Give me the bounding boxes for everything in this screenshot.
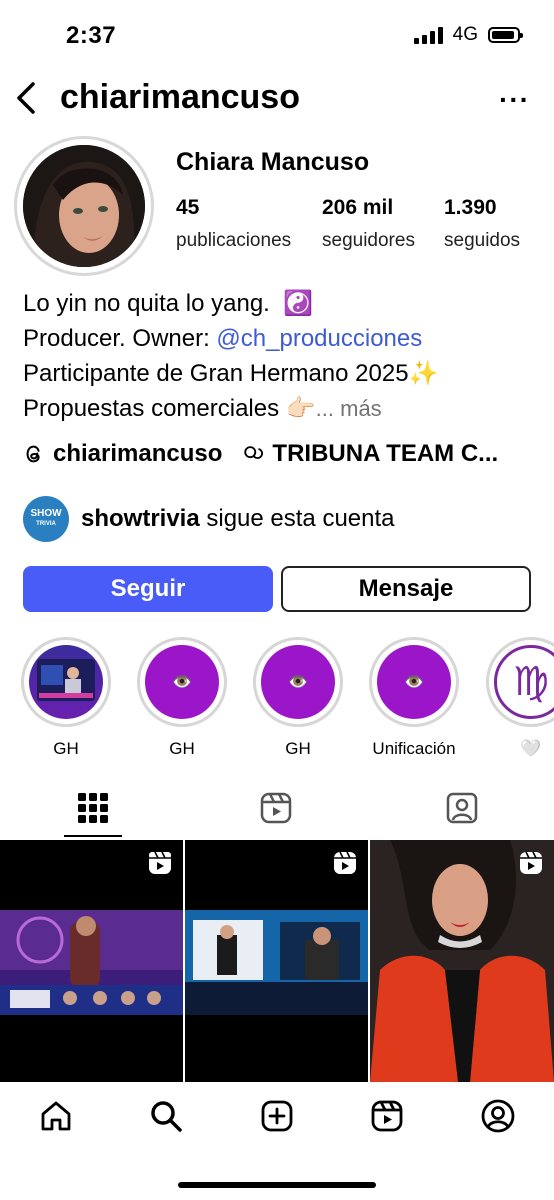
highlight-item[interactable]: ♍ 🤍 [486,637,554,759]
status-time: 2:37 [66,22,117,49]
stat-value: 1.390 [444,196,497,219]
reels-icon[interactable] [369,1098,405,1134]
home-indicator [178,1182,376,1188]
highlight-label: 🤍 [520,739,542,758]
stat-label: seguidos [444,230,521,251]
mutual-follow-text: showtrivia sigue esta cuenta [81,505,395,533]
highlight-ring: ♍ [486,637,554,727]
message-button[interactable]: Mensaje [281,566,531,612]
highlight-ring: 👁️ [369,637,459,727]
mutual-account[interactable]: showtrivia [81,505,200,532]
more-options-button[interactable]: ··· [499,84,530,116]
highlight-item[interactable]: 👁️ GH [253,637,343,759]
avatar[interactable] [23,145,145,267]
bio: Lo yin no quita lo yang. ☯️ Producer. Ow… [23,286,543,426]
stat-following[interactable]: 1.390 seguidos [444,196,520,252]
create-post-icon[interactable] [259,1098,295,1134]
highlight-cover [29,645,103,719]
stat-value: 45 [176,196,200,219]
bio-line: Participante de Gran Hermano 2025✨ [23,360,439,387]
threads-link[interactable]: chiarimancuso [53,440,222,468]
stat-followers[interactable]: 206 mil seguidores [322,196,415,252]
display-name: Chiara Mancuso [176,148,370,176]
showtrivia-avatar: SHOW TRIVIA [23,496,69,542]
bio-line: Propuestas comerciales 👉🏻 [23,395,316,422]
yin-yang-icon: ☯️ [283,290,314,317]
highlight-label: GH [169,739,195,758]
grid-tab-icon[interactable] [75,790,111,826]
profile-icon[interactable] [480,1098,516,1134]
highlight-item[interactable]: GH [21,637,111,759]
virgo-icon: ♍ [494,645,554,719]
mutual-follow-suffix: sigue esta cuenta [199,505,395,532]
status-icons: 4G [413,24,523,46]
stat-posts[interactable]: 45 publicaciones [176,196,291,252]
bio-more-link[interactable]: ... más [316,396,382,421]
logo-text: TRIVIA [36,521,56,527]
back-arrow-icon[interactable] [12,78,42,118]
bio-line: Producer. Owner: [23,325,217,352]
bio-mention-link[interactable]: @ch_producciones [216,325,422,352]
tagged-tab-icon[interactable] [444,790,480,826]
chat-bubbles-icon [244,446,264,459]
post-thumbnail[interactable] [0,840,183,1082]
community-link[interactable]: TRIBUNA TEAM C... [272,440,498,468]
post-thumbnail[interactable] [370,840,554,1082]
eye-icon: 👁️ [145,645,219,719]
mutual-follow-row[interactable]: SHOW TRIVIA showtrivia sigue esta cuenta [23,496,395,542]
highlight-item[interactable]: 👁️ Unificación [369,637,459,759]
home-icon[interactable] [38,1098,74,1134]
network-type: 4G [452,24,478,45]
search-icon[interactable] [148,1098,184,1134]
threads-icon [26,445,40,463]
reel-icon [149,851,171,874]
highlight-label: GH [53,739,79,758]
highlight-item[interactable]: 👁️ GH [137,637,227,759]
signal-icon [413,26,443,44]
post-thumbnail[interactable] [185,840,368,1082]
highlight-ring: 👁️ [137,637,227,727]
battery-icon [488,27,523,43]
bio-line: Lo yin no quita lo yang. [23,290,270,317]
stat-label: seguidores [322,230,415,251]
eye-icon: 👁️ [261,645,335,719]
reel-icon [520,851,542,874]
highlight-ring: 👁️ [253,637,343,727]
highlight-label: Unificación [372,739,456,758]
stat-label: publicaciones [176,230,292,251]
logo-text: SHOW [30,508,62,519]
stat-value: 206 mil [322,196,394,219]
profile-links-row: chiarimancuso TRIBUNA TEAM C... [23,440,498,468]
highlight-ring [21,637,111,727]
profile-username: chiarimancuso [60,78,300,116]
highlight-label: GH [285,739,311,758]
reel-icon [334,851,356,874]
eye-icon: 👁️ [377,645,451,719]
active-tab-indicator [64,835,122,837]
reels-tab-icon[interactable] [258,790,294,826]
follow-button[interactable]: Seguir [23,566,273,612]
